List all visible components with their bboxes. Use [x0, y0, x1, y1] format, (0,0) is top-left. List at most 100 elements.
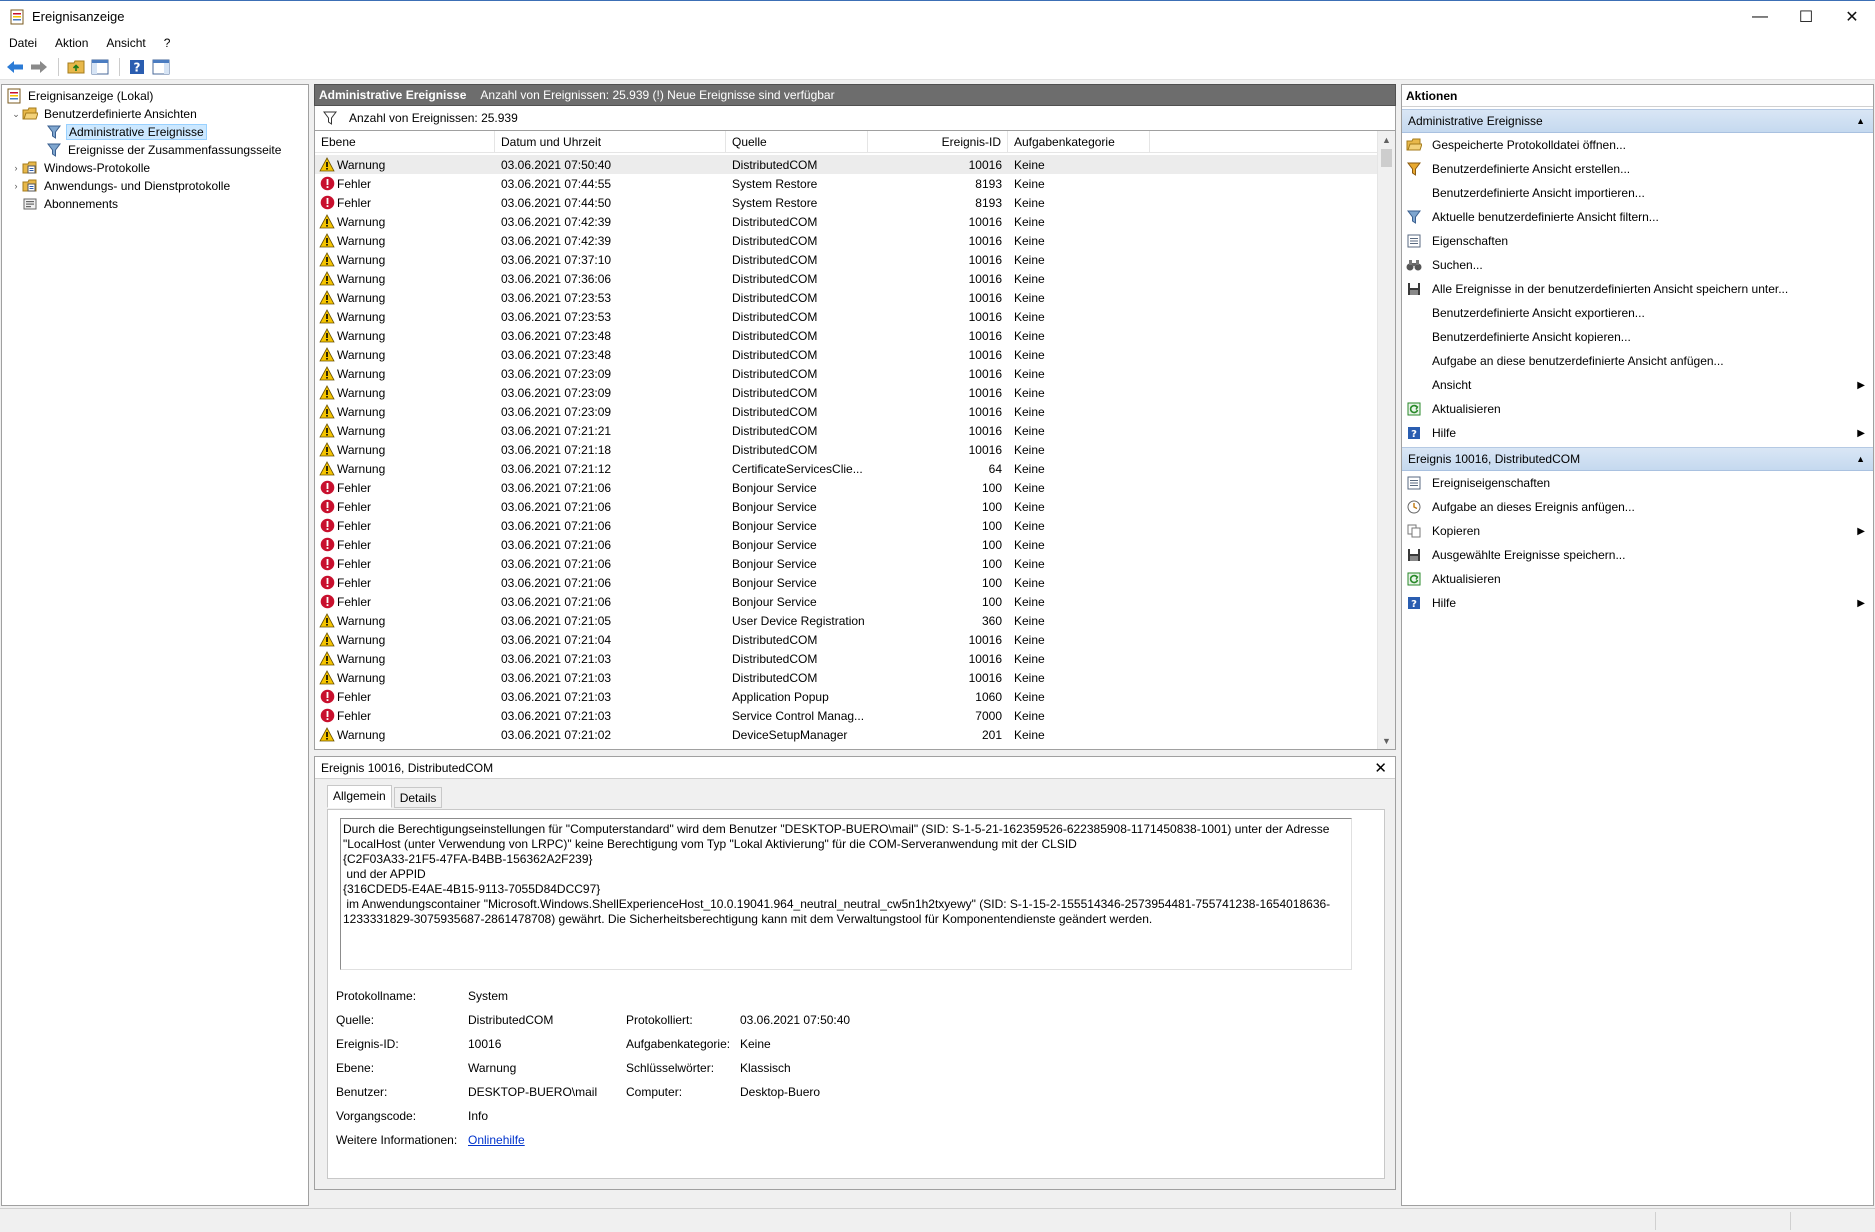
action-item[interactable]: Suchen... — [1402, 253, 1873, 277]
chevron-right-icon[interactable]: › — [10, 163, 22, 173]
action-item[interactable]: Benutzerdefinierte Ansicht exportieren..… — [1402, 301, 1873, 325]
action-item[interactable]: Gespeicherte Protokolldatei öffnen... — [1402, 133, 1873, 157]
scroll-up-icon[interactable]: ▲ — [1378, 131, 1395, 148]
chevron-right-icon[interactable]: › — [10, 181, 22, 191]
up-folder-button[interactable] — [65, 56, 87, 78]
action-item[interactable]: Alle Ereignisse in der benutzerdefiniert… — [1402, 277, 1873, 301]
table-row[interactable]: Warnung 03.06.2021 07:50:40 DistributedCOM… — [315, 155, 1377, 174]
actions-section-event[interactable]: Ereignis 10016, DistributedCOM ▲ — [1402, 447, 1873, 471]
action-item[interactable]: Ansicht ▶ — [1402, 373, 1873, 397]
table-row[interactable]: Warnung 03.06.2021 07:21:12 CertificateSer… — [315, 459, 1377, 478]
scrollbar-thumb[interactable] — [1381, 149, 1392, 167]
tree-item-root[interactable]: Ereignisanzeige (Lokal) — [2, 87, 308, 105]
action-item[interactable]: Aufgabe an diese benutzerdefinierte Ansi… — [1402, 349, 1873, 373]
value-logged: 03.06.2021 07:50:40 — [740, 1013, 851, 1027]
close-window-button[interactable]: ✕ — [1829, 1, 1875, 33]
actions-section-admin-events[interactable]: Administrative Ereignisse ▲ — [1402, 109, 1873, 133]
tree-item-subscriptions[interactable]: Abonnements — [2, 195, 308, 213]
table-row[interactable]: Warnung 03.06.2021 07:23:48 DistributedCOM… — [315, 345, 1377, 364]
back-button[interactable] — [4, 56, 26, 78]
menu-ansicht[interactable]: Ansicht — [97, 36, 154, 50]
table-row[interactable]: Warnung 03.06.2021 07:21:21 DistributedCOM… — [315, 421, 1377, 440]
close-icon[interactable]: ✕ — [1374, 759, 1387, 777]
menu-datei[interactable]: Datei — [0, 36, 46, 50]
action-item[interactable]: Ausgewählte Ereignisse speichern... — [1402, 543, 1873, 567]
table-row[interactable]: Fehler 03.06.2021 07:21:06 Bonjour Service… — [315, 478, 1377, 497]
table-row[interactable]: Warnung 03.06.2021 07:42:39 DistributedCOM… — [315, 231, 1377, 250]
table-row[interactable]: Warnung 03.06.2021 07:23:09 DistributedCOM… — [315, 383, 1377, 402]
table-row[interactable]: Fehler 03.06.2021 07:44:50 System Restore 8… — [315, 193, 1377, 212]
cell-datetime: 03.06.2021 07:50:40 — [501, 157, 612, 172]
action-item[interactable]: Aktuelle benutzerdefinierte Ansicht filt… — [1402, 205, 1873, 229]
forward-button[interactable] — [28, 56, 50, 78]
table-row[interactable]: Fehler 03.06.2021 07:21:06 Bonjour Service… — [315, 573, 1377, 592]
table-row[interactable]: Warnung 03.06.2021 07:23:53 DistributedCOM… — [315, 288, 1377, 307]
action-item[interactable]: Aktualisieren — [1402, 397, 1873, 421]
online-help-link[interactable]: Onlinehilfe — [468, 1133, 626, 1147]
collapse-up-icon[interactable]: ▲ — [1856, 454, 1865, 464]
table-row[interactable]: Warnung 03.06.2021 07:23:53 DistributedCOM… — [315, 307, 1377, 326]
table-row[interactable]: Warnung 03.06.2021 07:21:04 DistributedCOM… — [315, 630, 1377, 649]
table-row[interactable]: Fehler 03.06.2021 07:21:06 Bonjour Service… — [315, 497, 1377, 516]
table-row[interactable]: Warnung 03.06.2021 07:21:05 User Device Re… — [315, 611, 1377, 630]
table-row[interactable]: Fehler 03.06.2021 07:21:06 Bonjour Service… — [315, 592, 1377, 611]
table-row[interactable]: Warnung 03.06.2021 07:21:02 DeviceSetupMan… — [315, 725, 1377, 744]
menu-help[interactable]: ? — [155, 36, 180, 50]
table-row[interactable]: Fehler 03.06.2021 07:21:03 Application Pop… — [315, 687, 1377, 706]
action-item[interactable]: Aufgabe an dieses Ereignis anfügen... — [1402, 495, 1873, 519]
level-text: Fehler — [337, 480, 372, 495]
column-header-datetime[interactable]: Datum und Uhrzeit — [495, 131, 726, 152]
action-item[interactable]: Eigenschaften — [1402, 229, 1873, 253]
action-item[interactable]: ? Hilfe ▶ — [1402, 421, 1873, 445]
table-row[interactable]: Fehler 03.06.2021 07:21:06 Bonjour Service… — [315, 516, 1377, 535]
column-header-category[interactable]: Aufgabenkategorie — [1008, 131, 1150, 152]
column-header-level[interactable]: Ebene — [315, 131, 495, 152]
table-row[interactable]: Fehler 03.06.2021 07:21:06 Bonjour Service… — [315, 535, 1377, 554]
action-item[interactable]: Aktualisieren — [1402, 567, 1873, 591]
chevron-down-icon[interactable]: ⌄ — [10, 109, 22, 120]
tree-item-custom-views[interactable]: ⌄ Benutzerdefinierte Ansichten — [2, 105, 308, 123]
tree-item-app-logs[interactable]: › Anwendungs- und Dienstprotokolle — [2, 177, 308, 195]
action-item[interactable]: ? Hilfe ▶ — [1402, 591, 1873, 615]
event-message[interactable]: Durch die Berechtigungseinstellungen für… — [340, 818, 1352, 970]
tab-allgemein[interactable]: Allgemein — [327, 785, 392, 808]
scroll-down-icon[interactable]: ▼ — [1378, 732, 1395, 749]
warning-icon — [319, 651, 335, 667]
collapse-up-icon[interactable]: ▲ — [1856, 116, 1865, 126]
table-row[interactable]: Warnung 03.06.2021 07:37:10 DistributedCOM… — [315, 250, 1377, 269]
table-row[interactable]: Warnung 03.06.2021 07:21:03 DistributedCOM… — [315, 668, 1377, 687]
table-row[interactable]: Warnung 03.06.2021 07:42:39 DistributedCOM… — [315, 212, 1377, 231]
column-header-source[interactable]: Quelle — [726, 131, 868, 152]
table-row[interactable]: Warnung 03.06.2021 07:23:09 DistributedCOM… — [315, 402, 1377, 421]
table-row[interactable]: Fehler 03.06.2021 07:21:06 Bonjour Service… — [315, 554, 1377, 573]
help-button[interactable]: ? — [126, 56, 148, 78]
level-text: Warnung — [337, 385, 386, 400]
action-item[interactable]: Benutzerdefinierte Ansicht importieren..… — [1402, 181, 1873, 205]
tab-details[interactable]: Details — [393, 787, 443, 808]
table-row[interactable]: Warnung 03.06.2021 07:23:09 DistributedCOM… — [315, 364, 1377, 383]
table-row[interactable]: Warnung 03.06.2021 07:21:03 DistributedCOM… — [315, 649, 1377, 668]
menu-aktion[interactable]: Aktion — [46, 36, 97, 50]
table-row[interactable]: Warnung 03.06.2021 07:36:06 DistributedCOM… — [315, 269, 1377, 288]
level-text: Warnung — [337, 366, 386, 381]
table-row[interactable]: Warnung 03.06.2021 07:21:18 DistributedCOM… — [315, 440, 1377, 459]
minimize-button[interactable]: — — [1737, 1, 1783, 33]
vertical-scrollbar[interactable]: ▲ ▼ — [1377, 131, 1395, 749]
action-item[interactable]: Benutzerdefinierte Ansicht kopieren... — [1402, 325, 1873, 349]
table-row[interactable]: Fehler 03.06.2021 07:44:55 System Restore 8… — [315, 174, 1377, 193]
column-header-event-id[interactable]: Ereignis-ID — [868, 131, 1008, 152]
action-item[interactable]: Kopieren ▶ — [1402, 519, 1873, 543]
maximize-button[interactable]: ☐ — [1783, 1, 1829, 33]
show-action-pane-button[interactable] — [150, 56, 172, 78]
tree-item-summary-events[interactable]: Ereignisse der Zusammenfassungsseite — [2, 141, 308, 159]
show-hide-tree-button[interactable] — [89, 56, 111, 78]
action-item[interactable]: Ereigniseigenschaften — [1402, 471, 1873, 495]
action-item[interactable]: Benutzerdefinierte Ansicht erstellen... — [1402, 157, 1873, 181]
table-row[interactable]: Fehler 03.06.2021 07:21:03 Service Control… — [315, 706, 1377, 725]
tree-item-admin-events[interactable]: Administrative Ereignisse — [2, 123, 308, 141]
properties-icon — [1406, 233, 1422, 249]
cell-level: Warnung — [315, 347, 495, 363]
level-text: Warnung — [337, 252, 386, 267]
table-row[interactable]: Warnung 03.06.2021 07:23:48 DistributedCOM… — [315, 326, 1377, 345]
tree-item-windows-logs[interactable]: › Windows-Protokolle — [2, 159, 308, 177]
